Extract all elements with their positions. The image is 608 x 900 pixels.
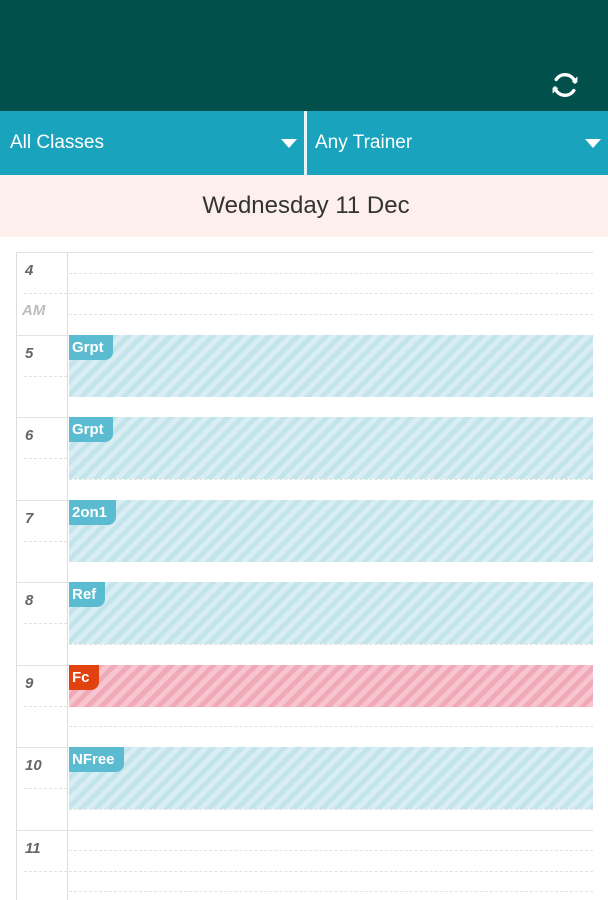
hour-line (16, 829, 593, 831)
refresh-icon (552, 73, 578, 97)
hour-label: 10 (25, 757, 42, 774)
quarter-line (69, 561, 593, 563)
class-event-label: Fc (69, 664, 99, 690)
class-event-label: Grpt (69, 417, 113, 442)
quarter-line (69, 891, 593, 893)
quarter-line (69, 808, 593, 810)
chevron-down-icon (585, 139, 601, 148)
chevron-down-icon (281, 139, 297, 148)
quarter-line (69, 643, 593, 645)
class-event[interactable]: Grpt (69, 417, 593, 479)
class-event[interactable]: Ref (69, 582, 593, 644)
date-header: Wednesday 11 Dec (0, 175, 608, 237)
am-pm-label: AM (22, 302, 46, 319)
filter-bar: All Classes Any Trainer (0, 111, 608, 175)
quarter-line (69, 272, 593, 274)
quarter-line (69, 726, 593, 728)
trainer-filter-value: Any Trainer (315, 132, 413, 153)
current-date: Wednesday 11 Dec (202, 192, 410, 219)
schedule-app: All Classes Any Trainer Wednesday 11 Dec… (0, 0, 608, 900)
hour-label: 7 (25, 509, 34, 527)
class-event[interactable]: Fc (69, 664, 593, 707)
refresh-button[interactable] (548, 68, 582, 102)
quarter-line (24, 870, 593, 872)
quarter-line (69, 478, 593, 480)
class-event-label: 2on1 (69, 499, 117, 525)
class-event[interactable]: 2on1 (69, 499, 593, 562)
quarter-line (69, 396, 593, 398)
trainer-filter-dropdown[interactable]: Any Trainer (307, 111, 608, 175)
quarter-line (24, 293, 593, 295)
app-header (0, 0, 608, 111)
grid-line (16, 252, 593, 253)
hour-label: 4 (25, 262, 34, 279)
class-filter-dropdown[interactable]: All Classes (0, 111, 304, 175)
time-column: 4 AM 5 6 7 8 9 10 11 (16, 252, 68, 900)
day-schedule: 4 AM 5 6 7 8 9 10 11 Grpt Grpt 2on1 Ref Fc NFree (16, 252, 608, 900)
class-filter-value: All Classes (10, 132, 104, 153)
class-event-label: NFree (69, 747, 124, 772)
quarter-line (69, 850, 593, 852)
class-event[interactable]: Grpt (69, 334, 593, 397)
hour-label: 8 (25, 592, 34, 609)
hour-label: 11 (25, 839, 41, 857)
hour-label: 5 (25, 344, 34, 362)
class-event-label: Ref (69, 582, 106, 607)
class-event[interactable]: NFree (69, 747, 593, 809)
hour-label: 6 (25, 427, 34, 444)
quarter-line (69, 313, 593, 315)
hour-label: 9 (25, 674, 34, 692)
class-event-label: Grpt (69, 334, 113, 360)
